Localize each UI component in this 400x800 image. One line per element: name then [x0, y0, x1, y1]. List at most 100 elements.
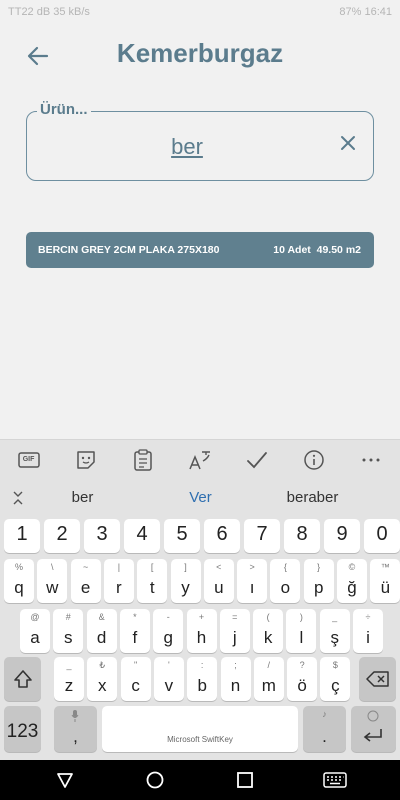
comma-key[interactable]: , [54, 706, 97, 752]
key-secondary: * [133, 612, 137, 622]
key-label: ı [249, 578, 255, 597]
key-w[interactable]: \ w [37, 559, 68, 603]
key-9[interactable]: 9 [324, 519, 360, 553]
key-i[interactable]: ÷ i [353, 609, 383, 653]
key-k[interactable]: (k [253, 609, 284, 653]
key-s[interactable]: # s [53, 609, 84, 653]
key-label: i [366, 628, 370, 647]
key-ç[interactable]: $ ç [320, 657, 351, 701]
key-secondary: / [267, 660, 271, 670]
key-x[interactable]: ₺ x [87, 657, 118, 701]
recents-nav-button[interactable] [230, 765, 260, 795]
symbols-key[interactable]: 123 [4, 706, 41, 752]
space-label: Microsoft SwiftKey [167, 735, 233, 744]
result-list-item[interactable]: BERCIN GREY 2CM PLAKA 275X180 10 Adet 49… [26, 232, 374, 268]
key-0[interactable]: 0 [364, 519, 400, 553]
key-label: l [299, 628, 304, 647]
back-button[interactable] [24, 42, 52, 70]
gif-button[interactable]: GIF [16, 447, 42, 473]
key-label: k [263, 628, 273, 647]
key-u[interactable]: < u [203, 559, 234, 603]
key-v[interactable]: ' v [153, 657, 184, 701]
key-n[interactable]: ; n [220, 657, 251, 701]
key-label: y [181, 578, 190, 597]
sticker-button[interactable] [73, 447, 99, 473]
clipboard-button[interactable] [130, 447, 156, 473]
key-ü[interactable]: ™ ü [370, 559, 400, 603]
key-4[interactable]: 4 [124, 519, 160, 553]
backspace-key[interactable] [359, 657, 396, 701]
key-ö[interactable]: ? ö [287, 657, 318, 701]
key-r[interactable]: | r [103, 559, 134, 603]
key-l[interactable]: ) l [286, 609, 317, 653]
search-input[interactable]: ber [27, 134, 347, 160]
key-label: x [98, 676, 107, 695]
space-key[interactable]: Microsoft SwiftKey [102, 706, 298, 752]
key-p[interactable]: } p [303, 559, 334, 603]
microphone-icon [71, 710, 79, 722]
key-label: ü [380, 578, 391, 597]
close-icon [341, 136, 355, 150]
key-label: 5 [176, 523, 188, 545]
suggestion-1[interactable]: ber [40, 489, 125, 506]
suggestion-3[interactable]: beraber [270, 489, 355, 506]
more-button[interactable] [358, 447, 384, 473]
key-3[interactable]: 3 [84, 519, 120, 553]
key-8[interactable]: 8 [284, 519, 320, 553]
key-secondary: # [65, 612, 71, 622]
backspace-icon [366, 671, 389, 687]
product-area: 49.50 m2 [316, 244, 361, 256]
key-z[interactable]: _ z [54, 657, 84, 701]
key-j[interactable]: = j [219, 609, 250, 653]
key-secondary: ? [299, 660, 305, 670]
key-label: u [214, 578, 224, 597]
key-ğ[interactable]: © ğ [337, 559, 367, 603]
key-5[interactable]: 5 [164, 519, 200, 553]
key-1[interactable]: 1 [4, 519, 40, 553]
key-label: 6 [216, 523, 228, 545]
product-stock: 10 Adet 49.50 m2 [273, 244, 361, 256]
key-secondary: ; [234, 660, 237, 670]
key-m[interactable]: / m [253, 657, 284, 701]
key-b[interactable]: :b [187, 657, 218, 701]
key-y[interactable]: ] y [170, 559, 201, 603]
keyboard-switch-button[interactable] [320, 765, 350, 795]
key-c[interactable]: " c [120, 657, 151, 701]
shift-key[interactable] [4, 657, 41, 701]
key-o[interactable]: {o [270, 559, 301, 603]
product-qty: 10 Adet [273, 244, 311, 256]
back-nav-button[interactable] [50, 765, 80, 795]
info-button[interactable] [301, 447, 327, 473]
key-label: n [230, 676, 241, 695]
key-label: t [149, 578, 155, 597]
key-a[interactable]: @ a [20, 609, 50, 653]
key-secondary: ₺ [99, 660, 106, 670]
key-t[interactable]: [t [137, 559, 168, 603]
key-q[interactable]: % q [4, 559, 34, 603]
period-key[interactable]: ♪ . [303, 706, 346, 752]
key-e[interactable]: ~ e [70, 559, 101, 603]
key-label: q [14, 578, 24, 597]
translate-button[interactable] [187, 447, 213, 473]
suggestion-2[interactable]: Ver [158, 489, 243, 506]
key-secondary: % [14, 562, 23, 572]
check-button[interactable] [244, 447, 270, 473]
key-d[interactable]: & d [86, 609, 117, 653]
key-g[interactable]: -g [153, 609, 184, 653]
home-nav-button[interactable] [140, 765, 170, 795]
key-ı[interactable]: > ı [237, 559, 268, 603]
collapse-keyboard-button[interactable] [5, 485, 31, 511]
symbols-label: 123 [6, 721, 39, 742]
key-f[interactable]: * f [119, 609, 150, 653]
square-recents-icon [237, 772, 253, 788]
translate-icon [189, 450, 210, 469]
key-2[interactable]: 2 [44, 519, 80, 553]
clear-button[interactable] [337, 132, 359, 154]
keyboard-toolbar: GIF [0, 439, 400, 479]
enter-key[interactable] [351, 706, 396, 752]
key-6[interactable]: 6 [204, 519, 240, 553]
product-search-field[interactable]: Ürün... ber [26, 101, 374, 181]
key-h[interactable]: + h [186, 609, 217, 653]
key-7[interactable]: 7 [244, 519, 280, 553]
key-ş[interactable]: _ ş [319, 609, 350, 653]
